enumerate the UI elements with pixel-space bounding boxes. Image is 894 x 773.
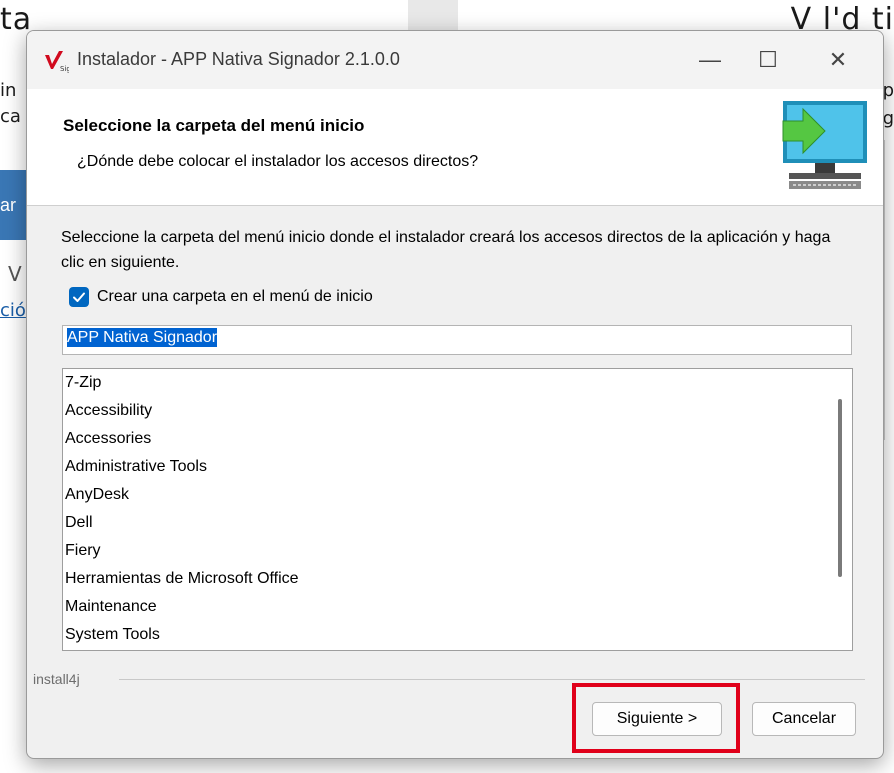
footer-divider <box>119 679 865 680</box>
folder-list-item[interactable]: Fiery <box>63 537 852 565</box>
step-subtitle: ¿Dónde debe colocar el instalador los ac… <box>77 153 479 170</box>
background-letter-left: V <box>8 262 22 286</box>
folder-list-item[interactable]: System Tools <box>63 621 852 649</box>
folder-list-item[interactable]: Administrative Tools <box>63 453 852 481</box>
window-title: Instalador - APP Nativa Signador 2.1.0.0 <box>77 49 400 69</box>
wizard-header: Seleccione la carpeta del menú inicio ¿D… <box>27 89 883 206</box>
create-folder-label: Crear una carpeta en el menú de inicio <box>97 288 373 305</box>
installer-dialog: Sig Instalador - APP Nativa Signador 2.1… <box>26 30 884 759</box>
title-bar[interactable]: Sig Instalador - APP Nativa Signador 2.1… <box>27 31 883 89</box>
step-title: Seleccione la carpeta del menú inicio <box>63 116 365 135</box>
folder-list-item[interactable]: Maintenance <box>63 593 852 621</box>
folder-list-item[interactable]: Accessibility <box>63 397 852 425</box>
folder-list-item[interactable]: Dell <box>63 509 852 537</box>
background-divider <box>884 140 885 440</box>
cancel-button[interactable]: Cancelar <box>752 702 856 736</box>
create-folder-option[interactable]: Crear una carpeta en el menú de inicio <box>69 287 373 307</box>
background-text-left-2: ca <box>0 106 21 127</box>
instructions-text: Seleccione la carpeta del menú inicio do… <box>61 229 831 271</box>
folder-list-item[interactable]: AnyDesk <box>63 481 852 509</box>
folder-name-input[interactable]: APP Nativa Signador <box>62 325 852 355</box>
start-menu-folder-list[interactable]: 7-Zip Accessibility Accessories Administrat… <box>62 368 853 651</box>
background-text-right-1: p <box>882 80 894 101</box>
background-button-label: ar <box>0 195 17 215</box>
background-link-left[interactable]: ció <box>0 300 26 321</box>
minimize-button[interactable]: — <box>681 31 739 89</box>
list-scrollbar[interactable] <box>838 399 842 577</box>
close-button[interactable]: ✕ <box>809 31 867 89</box>
next-button-highlight <box>572 683 740 753</box>
close-icon: ✕ <box>828 47 848 72</box>
background-text-left-1: in <box>0 80 17 101</box>
install4j-label: install4j <box>33 671 86 687</box>
folder-list-item[interactable]: 7-Zip <box>63 369 852 397</box>
signador-logo-icon: Sig <box>45 51 69 73</box>
maximize-button[interactable]: ☐ <box>739 31 797 89</box>
svg-text:Sig: Sig <box>60 65 69 73</box>
folder-list-item[interactable]: Herramientas de Microsoft Office <box>63 565 852 593</box>
checkmark-icon <box>73 292 85 302</box>
minimize-icon: — <box>699 47 721 72</box>
footer-separator: install4j <box>27 671 883 687</box>
folder-name-value: APP Nativa Signador <box>67 328 218 347</box>
monitor-arrow-icon <box>782 101 867 189</box>
create-folder-checkbox[interactable] <box>69 287 89 307</box>
background-text-right-2: g <box>882 108 894 129</box>
maximize-icon: ☐ <box>758 47 778 72</box>
folder-list-item[interactable]: Accessories <box>63 425 852 453</box>
